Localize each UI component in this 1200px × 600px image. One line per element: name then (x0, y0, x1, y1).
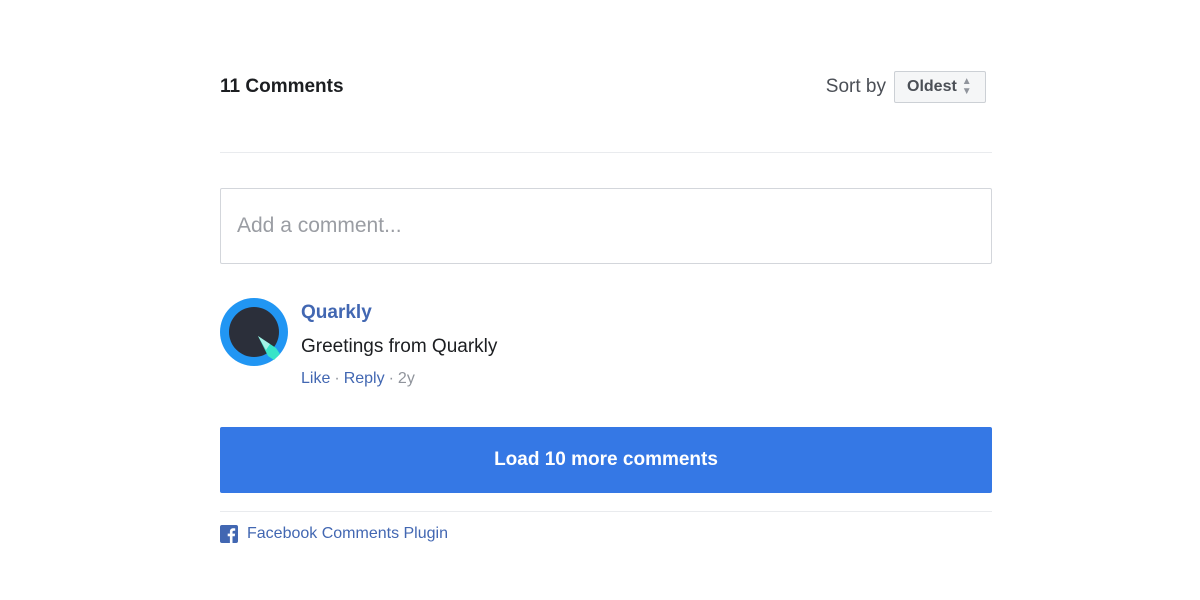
comment-item: Quarkly Greetings from Quarkly Like · Repl… (220, 298, 992, 398)
comment-count: 11 Comments (220, 76, 344, 97)
comment-input[interactable] (221, 189, 991, 263)
divider (220, 511, 992, 512)
facebook-icon (220, 525, 238, 543)
reply-link[interactable]: Reply (344, 370, 385, 387)
separator: · (388, 370, 394, 387)
divider (220, 152, 992, 153)
comment-actions: Like · Reply · 2y (301, 370, 415, 388)
sort-value: Oldest (907, 78, 957, 95)
separator: · (334, 370, 340, 387)
comment-text: Greetings from Quarkly (301, 336, 498, 357)
facebook-plugin-link[interactable]: Facebook Comments Plugin (247, 525, 448, 543)
sort-select[interactable]: Oldest ▲ ▼ (894, 71, 986, 103)
comment-author-link[interactable]: Quarkly (301, 302, 372, 324)
comment-composer (220, 188, 992, 264)
sort-label: Sort by (825, 76, 886, 97)
comments-header: 11 Comments Sort by Oldest ▲ ▼ (220, 70, 992, 106)
avatar[interactable] (220, 298, 288, 366)
sort-arrows-icon: ▲ ▼ (961, 76, 972, 97)
like-link[interactable]: Like (301, 370, 330, 387)
plugin-footer: Facebook Comments Plugin (220, 524, 448, 544)
load-more-button[interactable]: Load 10 more comments (220, 427, 992, 493)
comment-age: 2y (397, 370, 415, 387)
